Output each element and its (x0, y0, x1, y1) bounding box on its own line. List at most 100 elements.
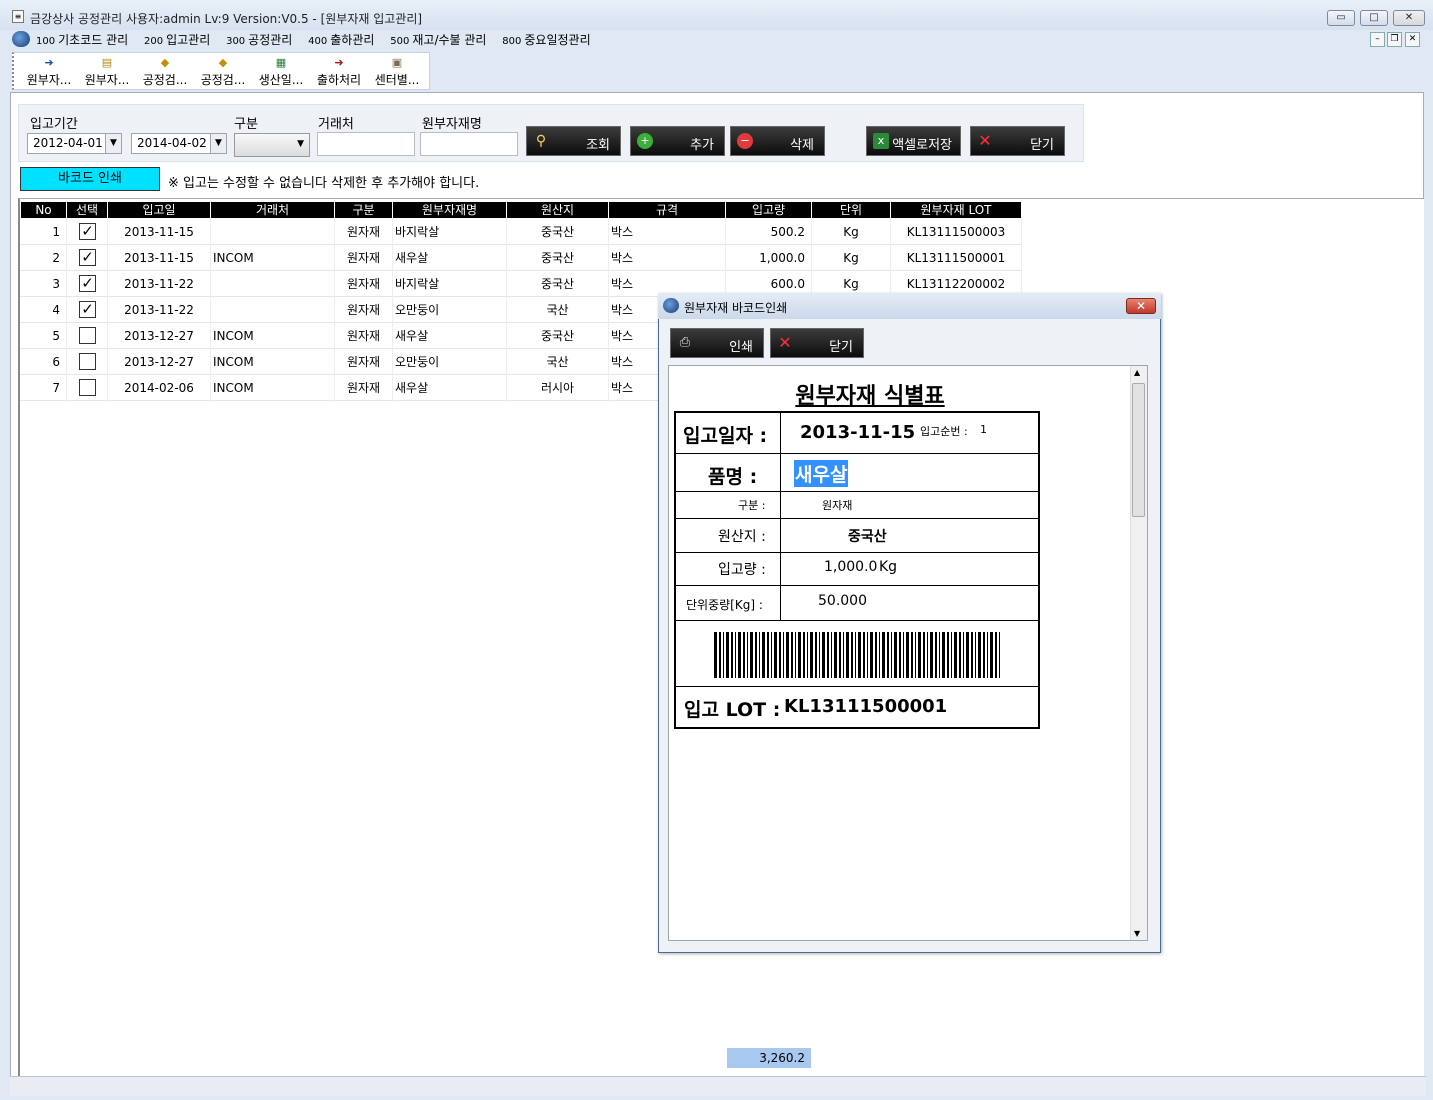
toolbar-process-inspect-button[interactable]: ◆ 공정검... (136, 55, 194, 89)
cell-vendor: INCOM (211, 349, 335, 375)
minimize-button[interactable]: ▭ (1327, 10, 1355, 26)
dialog-close-icon[interactable]: ✕ (1126, 298, 1156, 314)
row-checkbox[interactable]: ✓ (79, 301, 96, 318)
col-qty[interactable]: 입고량 (726, 202, 812, 218)
menu-receiving[interactable]: 200 입고관리 (144, 31, 210, 48)
cell-origin: 중국산 (507, 271, 609, 297)
col-lot[interactable]: 원부자재 LOT (891, 202, 1022, 218)
app-logo-icon (663, 298, 679, 313)
barcode-bar (795, 632, 796, 678)
horizontal-scrollbar[interactable] (10, 1076, 1426, 1096)
barcode-bar (966, 632, 969, 678)
cell-material: 바지락살 (393, 219, 507, 245)
cell-vendor (211, 219, 335, 245)
toolbar-material-receive-button[interactable]: ➜ 원부자... (20, 55, 78, 89)
cell-spec: 박스 (609, 219, 726, 245)
date-from-picker[interactable]: 2012-04-01 ▼ (27, 133, 122, 154)
row-checkbox[interactable]: ✓ (79, 249, 96, 266)
barcode-bar (783, 632, 784, 678)
app-logo-icon (12, 31, 30, 47)
identification-label: 입고일자 : 2013-11-15 입고순번 : 1 품명 : 새우살 구분 :… (674, 411, 1040, 729)
maximize-button[interactable]: □ (1360, 10, 1388, 26)
barcode-bar (963, 632, 964, 678)
toolbar-center-button[interactable]: ▣ 센터별... (368, 55, 426, 89)
cell-no: 2 (21, 245, 67, 271)
toolbar-production-daily-button[interactable]: ▦ 생산일... (252, 55, 310, 89)
cell-type: 원자재 (335, 245, 393, 271)
mdi-close-icon[interactable]: ✕ (1405, 32, 1420, 47)
dialog-print-button[interactable]: ⎙ 인쇄 (670, 328, 764, 358)
toolbar-shipping-button[interactable]: ➜ 출하처리 (310, 55, 368, 89)
barcode-bar (978, 632, 981, 678)
material-input[interactable] (420, 132, 518, 156)
row-checkbox[interactable]: ✓ (79, 275, 96, 292)
cell-no: 3 (21, 271, 67, 297)
search-button[interactable]: ⚲ 조회 (526, 126, 621, 156)
cell-select (67, 375, 108, 401)
cell-lot: KL13111500001 (891, 245, 1022, 271)
cell-no: 1 (21, 219, 67, 245)
barcode-bar (894, 632, 897, 678)
col-date[interactable]: 입고일 (108, 202, 211, 218)
package-icon: ▣ (391, 56, 403, 69)
type-select[interactable]: ▼ (234, 133, 310, 157)
row-checkbox[interactable] (79, 353, 96, 370)
table-row[interactable]: 2 ✓ 2013-11-15 INCOM 원자재 새우살 중국산 박스 1,000.0 Kg KL1… (20, 245, 1022, 271)
cell-origin: 중국산 (507, 219, 609, 245)
cell-select: ✓ (67, 219, 108, 245)
row-checkbox[interactable]: ✓ (79, 223, 96, 240)
label-qty-label: 입고량 : (718, 562, 766, 578)
row-checkbox[interactable] (79, 327, 96, 344)
col-origin[interactable]: 원산지 (507, 202, 609, 218)
add-button[interactable]: + 추가 (630, 126, 725, 156)
close-window-button[interactable]: ✕ (1393, 10, 1425, 26)
col-select[interactable]: 선택 (67, 202, 108, 218)
search-icon: ⚲ (535, 133, 547, 149)
excel-export-button[interactable]: x 액셀로저장 (866, 126, 961, 156)
vendor-input[interactable] (317, 132, 415, 156)
col-vendor[interactable]: 거래처 (211, 202, 335, 218)
cell-origin: 중국산 (507, 245, 609, 271)
chevron-down-icon: ▼ (297, 139, 304, 149)
cell-no: 4 (21, 297, 67, 323)
label-lot-value: KL13111500001 (784, 696, 948, 717)
barcode-print-button[interactable]: 바코드 인쇄 (20, 167, 160, 191)
menu-shipping[interactable]: 400 출하관리 (308, 31, 374, 48)
row-checkbox[interactable] (79, 379, 96, 396)
document-icon: ▤ (101, 56, 113, 69)
menu-process[interactable]: 300 공정관리 (226, 31, 292, 48)
dropdown-arrow-icon[interactable]: ▼ (105, 134, 121, 153)
barcode-bar (959, 632, 961, 678)
mdi-restore-icon[interactable]: ❐ (1387, 32, 1402, 47)
barcode-bar (855, 632, 856, 678)
label-divider (676, 453, 1038, 454)
login-icon: ➜ (44, 56, 54, 69)
menu-inventory[interactable]: 500 재고/수불 관리 (390, 31, 486, 48)
col-unit[interactable]: 단위 (812, 202, 891, 218)
mdi-minimize-icon[interactable]: – (1370, 32, 1385, 47)
minus-icon: − (737, 133, 753, 149)
barcode-bar (875, 632, 877, 678)
menu-basic-codes[interactable]: 100 기초코드 관리 (36, 31, 128, 48)
scroll-up-icon[interactable]: ▲ (1134, 368, 1140, 377)
barcode-bar (990, 632, 993, 678)
label-name-value[interactable]: 새우살 (794, 460, 849, 487)
scroll-down-icon[interactable]: ▼ (1134, 929, 1140, 938)
dropdown-arrow-icon[interactable]: ▼ (210, 134, 226, 153)
col-no[interactable]: No (21, 202, 67, 218)
cell-material: 오만둥이 (393, 349, 507, 375)
dialog-close-button[interactable]: ✕ 닫기 (770, 328, 864, 358)
preview-scroll-thumb[interactable] (1132, 383, 1145, 517)
date-to-picker[interactable]: 2014-04-02 ▼ (131, 133, 227, 154)
table-row[interactable]: 1 ✓ 2013-11-15 원자재 바지락살 중국산 박스 500.2 Kg KL1311150… (20, 219, 1022, 245)
label-unitweight-label: 단위중량[Kg] : (686, 598, 763, 612)
cell-origin: 러시아 (507, 375, 609, 401)
col-material[interactable]: 원부자재명 (393, 202, 507, 218)
toolbar-process-inspect2-button[interactable]: ◆ 공정검... (194, 55, 252, 89)
toolbar-material-status-button[interactable]: ▤ 원부자... (78, 55, 136, 89)
delete-button[interactable]: − 삭제 (730, 126, 825, 156)
col-type[interactable]: 구분 (335, 202, 393, 218)
col-spec[interactable]: 규격 (609, 202, 726, 218)
close-button[interactable]: ✕ 닫기 (970, 126, 1065, 156)
menu-schedule[interactable]: 800 중요일정관리 (502, 31, 590, 48)
